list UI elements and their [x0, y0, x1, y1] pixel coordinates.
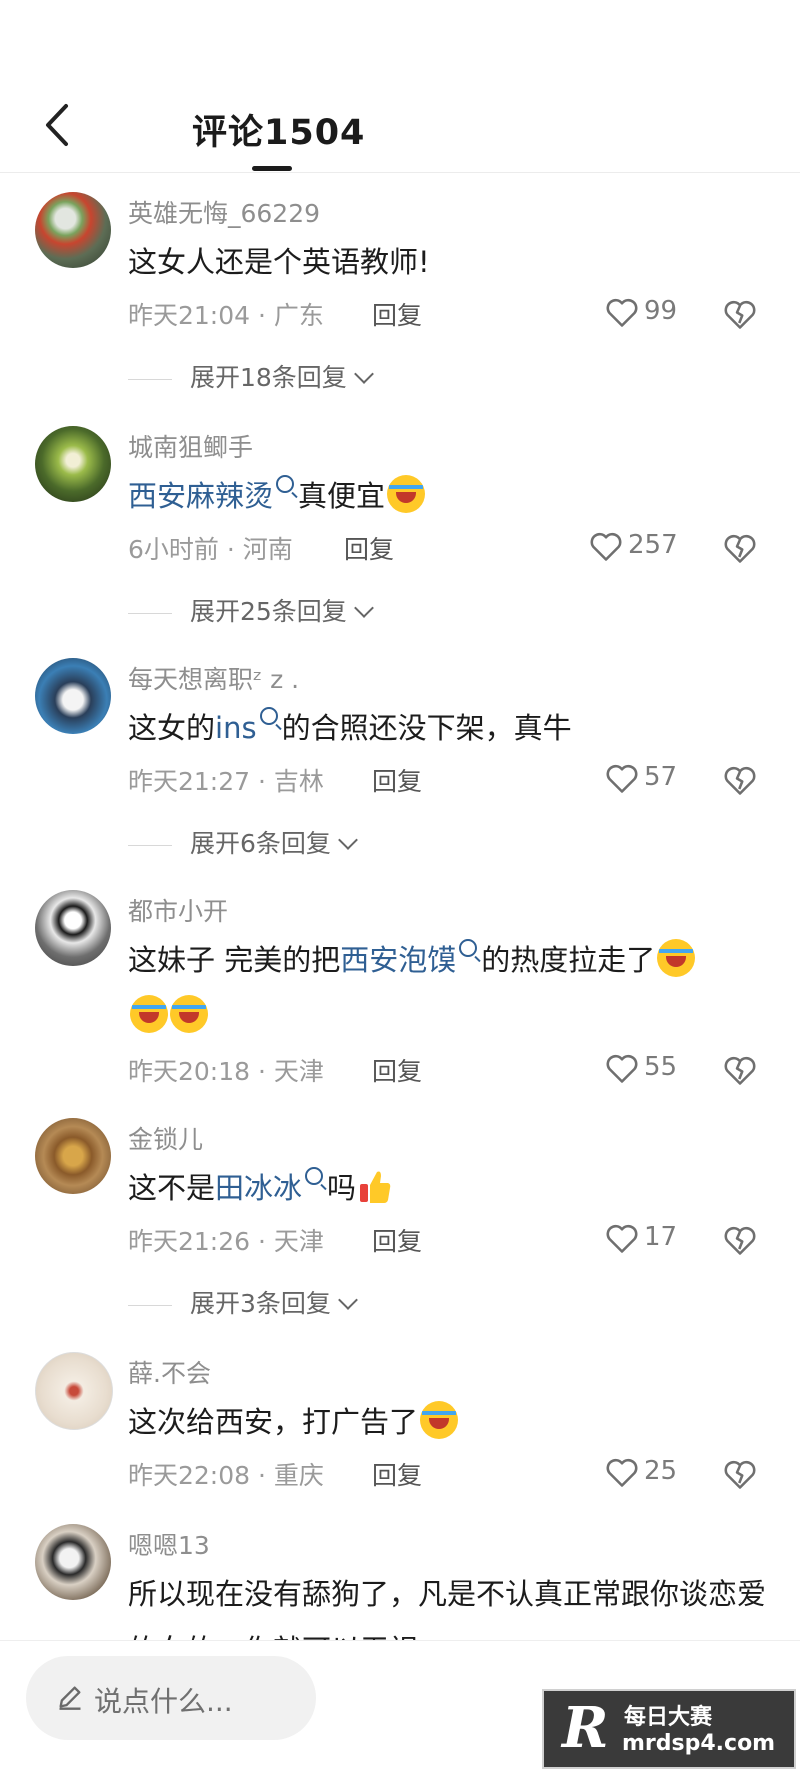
- heart-icon: [606, 1054, 638, 1083]
- bottom-bar: 说点什么... R 每日大赛 mrdsp4.com: [0, 1640, 800, 1769]
- like-count: 257: [628, 530, 678, 560]
- search-icon: [305, 1167, 324, 1185]
- reply-button[interactable]: 回复: [344, 530, 394, 566]
- heart-icon: [606, 1224, 638, 1253]
- avatar[interactable]: [35, 658, 111, 734]
- comment-text: 这不是田冰冰吗: [128, 1160, 768, 1216]
- avatar[interactable]: [35, 1352, 113, 1430]
- hashtag-link[interactable]: 田冰冰: [215, 1171, 302, 1205]
- comment-username[interactable]: 金锁儿: [128, 1120, 203, 1156]
- crying-laughing-emoji-icon: [130, 995, 168, 1033]
- comments-header: 评论1504: [0, 0, 800, 173]
- comment-meta: 昨天21:26 · 天津: [128, 1227, 324, 1256]
- search-icon: [276, 475, 295, 493]
- like-count: 17: [644, 1222, 678, 1252]
- crying-laughing-emoji-icon: [170, 995, 208, 1033]
- expand-replies[interactable]: 展开3条回复: [128, 1284, 358, 1320]
- heart-icon: [606, 1458, 638, 1487]
- search-icon: [259, 707, 278, 725]
- dislike-button[interactable]: [722, 1052, 758, 1088]
- avatar[interactable]: [35, 192, 111, 268]
- dislike-button[interactable]: [722, 762, 758, 798]
- hashtag-link[interactable]: 西安麻辣烫: [128, 479, 273, 513]
- expand-replies-label: 展开18条回复: [190, 363, 347, 392]
- divider-line: [128, 612, 172, 614]
- broken-heart-icon: [724, 766, 756, 795]
- reply-button[interactable]: 回复: [372, 1222, 422, 1258]
- heart-icon: [590, 532, 622, 561]
- broken-heart-icon: [724, 1226, 756, 1255]
- crying-laughing-emoji-icon: [420, 1401, 459, 1439]
- comment-username[interactable]: 英雄无悔_66229: [128, 194, 320, 230]
- divider-line: [128, 1304, 172, 1306]
- dislike-button[interactable]: [722, 296, 758, 332]
- hashtag-link[interactable]: 西安泡馍: [340, 943, 456, 977]
- comment-username[interactable]: 都市小开: [128, 892, 228, 928]
- broken-heart-icon: [724, 534, 756, 563]
- watermark-name: 每日大赛: [624, 1705, 713, 1730]
- expand-replies-label: 展开25条回复: [190, 597, 347, 626]
- comment-username[interactable]: 嗯嗯13: [128, 1526, 210, 1562]
- avatar[interactable]: [35, 890, 111, 966]
- reply-button[interactable]: 回复: [372, 1052, 422, 1088]
- like-count: 57: [644, 762, 678, 792]
- tab-indicator: [252, 166, 292, 171]
- expand-replies[interactable]: 展开25条回复: [128, 592, 374, 628]
- comment-meta: 6小时前 · 河南: [128, 535, 293, 564]
- heart-icon: [606, 298, 638, 327]
- search-icon: [459, 939, 478, 957]
- comment-meta: 昨天22:08 · 重庆: [128, 1461, 324, 1490]
- back-button[interactable]: [38, 100, 78, 150]
- reply-button[interactable]: 回复: [372, 762, 422, 798]
- avatar[interactable]: [35, 426, 111, 502]
- pencil-icon: [59, 1686, 81, 1710]
- chevron-down-icon: [353, 598, 374, 618]
- thumbs-up-emoji-icon: [360, 1171, 391, 1203]
- expand-replies-label: 展开6条回复: [190, 829, 331, 858]
- broken-heart-icon: [724, 1460, 756, 1489]
- comment-meta: 昨天20:18 · 天津: [128, 1057, 324, 1086]
- comment-text: 这次给西安，打广告了: [128, 1394, 768, 1450]
- dislike-button[interactable]: [722, 530, 758, 566]
- expand-replies[interactable]: 展开18条回复: [128, 358, 374, 394]
- chevron-down-icon: [338, 830, 358, 850]
- dislike-button[interactable]: [722, 1222, 758, 1258]
- comment-meta: 昨天21:04 · 广东: [128, 301, 324, 330]
- like-count: 99: [644, 296, 678, 326]
- hashtag-link[interactable]: ins: [215, 711, 257, 745]
- page-title: 评论1504: [192, 113, 366, 153]
- comment-username[interactable]: 每天想离职ᶻ z .: [128, 660, 299, 696]
- reply-button[interactable]: 回复: [372, 296, 422, 332]
- expand-replies[interactable]: 展开6条回复: [128, 824, 358, 860]
- comment-text: 这妹子 完美的把西安泡馍 的热度拉走了: [128, 932, 768, 1044]
- heart-icon: [606, 764, 638, 793]
- divider-line: [128, 844, 172, 846]
- expand-replies-label: 展开3条回复: [190, 1289, 331, 1318]
- like-count: 25: [644, 1456, 678, 1486]
- comment-meta: 昨天21:27 · 吉林: [128, 767, 324, 796]
- comment-text: 这女人还是个英语教师!: [128, 245, 430, 279]
- watermark-url: mrdsp4.com: [622, 1731, 776, 1756]
- comment-input[interactable]: 说点什么...: [26, 1656, 316, 1740]
- chevron-down-icon: [353, 364, 374, 384]
- crying-laughing-emoji-icon: [657, 939, 696, 977]
- crying-laughing-emoji-icon: [387, 475, 426, 513]
- chevron-left-icon: [46, 104, 68, 146]
- watermark-letter: R: [562, 1695, 609, 1761]
- input-placeholder: 说点什么...: [94, 1685, 233, 1718]
- comment-username[interactable]: 城南狙鲫手: [128, 428, 253, 464]
- like-count: 55: [644, 1052, 678, 1082]
- dislike-button[interactable]: [722, 1456, 758, 1492]
- comment-username[interactable]: 薛.不会: [128, 1354, 211, 1390]
- avatar[interactable]: [35, 1118, 111, 1194]
- comment-text: 这女的ins 的合照还没下架，真牛: [128, 700, 768, 756]
- broken-heart-icon: [724, 300, 756, 329]
- chevron-down-icon: [338, 1290, 358, 1310]
- divider-line: [128, 378, 172, 380]
- broken-heart-icon: [724, 1056, 756, 1085]
- reply-button[interactable]: 回复: [372, 1456, 422, 1492]
- avatar[interactable]: [35, 1524, 111, 1600]
- watermark-logo: R 每日大赛 mrdsp4.com: [542, 1689, 796, 1769]
- comment-text: 西安麻辣烫 真便宜: [128, 468, 768, 524]
